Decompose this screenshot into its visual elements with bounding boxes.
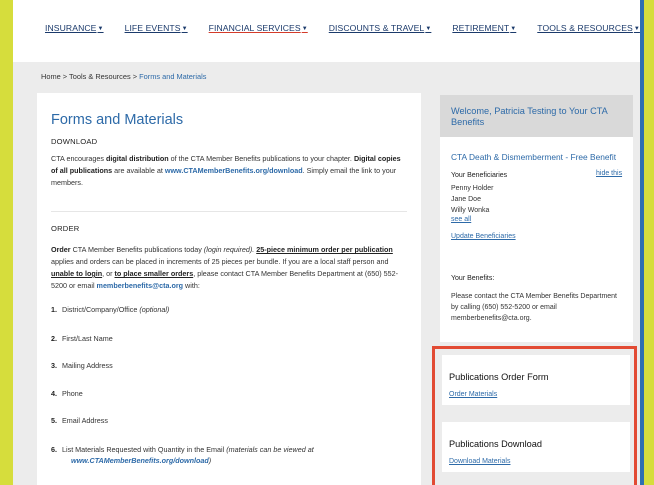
highlight-box: Publications Order Form Order Materials … <box>432 346 637 485</box>
beneficiaries-label: Your Beneficiaries <box>451 172 508 179</box>
hide-this-link[interactable]: hide this <box>596 170 622 177</box>
caret-down-icon: ▼ <box>301 26 308 32</box>
download-link[interactable]: www.CTAMemberBenefits.org/download <box>165 166 303 175</box>
update-beneficiaries-link[interactable]: Update Beneficiaries <box>451 233 516 240</box>
breadcrumb-home[interactable]: Home <box>41 72 61 81</box>
download-link-2[interactable]: www.CTAMemberBenefits.org/download <box>71 456 209 465</box>
nav-tools-resources[interactable]: TOOLS & RESOURCES▼ <box>537 23 640 33</box>
card-title: Publications Order Form <box>449 372 549 382</box>
email-link[interactable]: memberbenefits@cta.org <box>97 281 184 290</box>
download-card: Publications Download Download Materials <box>442 422 630 472</box>
caret-down-icon: ▼ <box>425 26 432 32</box>
page-frame: INSURANCE▼ LIFE EVENTS▼ FINANCIAL SERVIC… <box>13 0 644 485</box>
download-heading: DOWNLOAD <box>51 137 98 146</box>
benefits-contact-text: Please contact the CTA Member Benefits D… <box>451 293 618 322</box>
nav-insurance[interactable]: INSURANCE▼ <box>45 23 104 33</box>
top-navigation: INSURANCE▼ LIFE EVENTS▼ FINANCIAL SERVIC… <box>13 0 640 62</box>
page-title: Forms and Materials <box>51 112 184 128</box>
nav-financial-services[interactable]: FINANCIAL SERVICES▼ <box>209 23 308 33</box>
list-item: 6. List Materials Requested with Quantity… <box>51 445 314 465</box>
caret-down-icon: ▼ <box>97 26 104 32</box>
list-item: 3. Mailing Address <box>51 361 113 370</box>
unable-to-login-link[interactable]: unable to login <box>51 269 102 278</box>
order-form-card: Publications Order Form Order Materials <box>442 355 630 405</box>
download-materials-link[interactable]: Download Materials <box>449 458 510 465</box>
nav-life-events[interactable]: LIFE EVENTS▼ <box>125 23 188 33</box>
download-paragraph: CTA encourages digital distribution of t… <box>51 154 401 187</box>
order-materials-link[interactable]: Order Materials <box>449 391 497 398</box>
beneficiary-name: Penny Holder <box>451 185 494 192</box>
beneficiary-name: Willy Wonka <box>451 207 490 214</box>
nav-discounts-travel[interactable]: DISCOUNTS & TRAVEL▼ <box>329 23 432 33</box>
your-benefits-label: Your Benefits: <box>451 275 495 282</box>
beneficiary-name: Jane Doe <box>451 196 481 203</box>
breadcrumb-tools-resources[interactable]: Tools & Resources <box>69 72 131 81</box>
caret-down-icon: ▼ <box>181 26 188 32</box>
order-paragraph: Order CTA Member Benefits publications t… <box>51 245 399 290</box>
see-all-link[interactable]: see all <box>451 216 471 223</box>
list-item: 1. District/Company/Office (optional) <box>51 305 170 314</box>
order-heading: ORDER <box>51 224 80 233</box>
main-content: Forms and Materials DOWNLOAD CTA encoura… <box>37 93 421 485</box>
nav-retirement[interactable]: RETIREMENT▼ <box>452 23 516 33</box>
list-item: 4. Phone <box>51 389 83 398</box>
smaller-orders-link[interactable]: to place smaller orders <box>115 269 194 278</box>
caret-down-icon: ▼ <box>510 26 517 32</box>
list-item: 5. Email Address <box>51 416 108 425</box>
card-title: Publications Download <box>449 439 542 449</box>
benefit-title: CTA Death & Dismemberment - Free Benefit <box>451 152 617 162</box>
breadcrumb-current: Forms and Materials <box>139 72 207 81</box>
caret-down-icon: ▼ <box>633 26 640 32</box>
breadcrumb: Home > Tools & Resources > Forms and Mat… <box>41 72 207 81</box>
welcome-sidebar: Welcome, Patricia Testing to Your CTA Be… <box>440 95 633 342</box>
list-item: 2. First/Last Name <box>51 334 113 343</box>
section-divider <box>51 211 407 212</box>
welcome-heading: Welcome, Patricia Testing to Your CTA Be… <box>440 95 633 137</box>
